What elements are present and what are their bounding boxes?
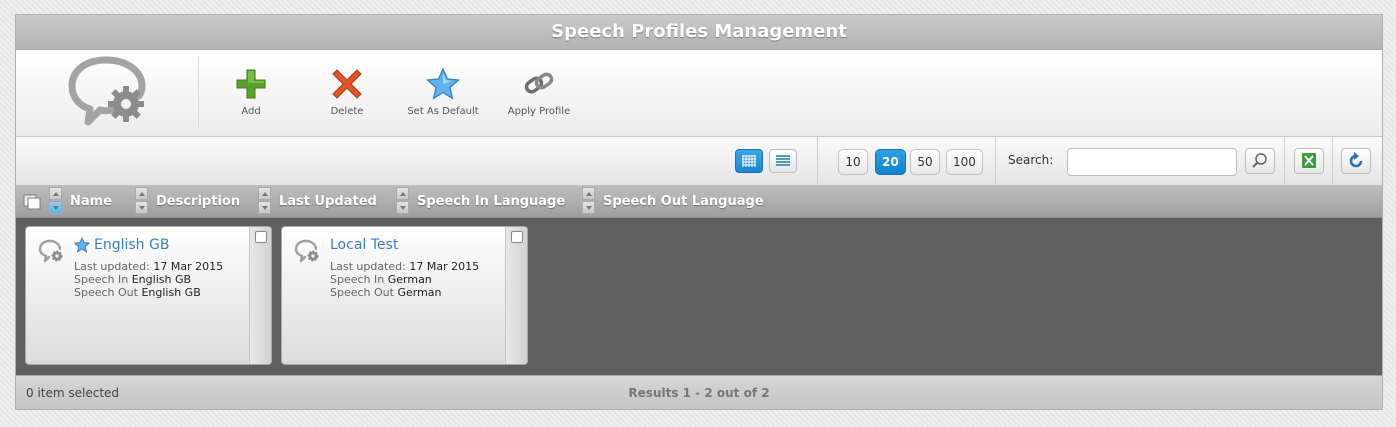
column-name[interactable]: Name xyxy=(70,186,112,217)
speech-out-sort-control[interactable] xyxy=(582,187,595,216)
add-label: Add xyxy=(241,106,261,117)
profile-card[interactable]: Local Test Last updated: 17 Mar 2015 Spe… xyxy=(281,226,528,365)
list-view-icon xyxy=(776,155,790,166)
page-size-20[interactable]: 20 xyxy=(875,149,906,175)
speech-out-label: Speech Out xyxy=(74,286,138,299)
set-as-default-label: Set As Default xyxy=(407,106,479,117)
speech-in-sort-control[interactable] xyxy=(396,187,409,216)
profile-name[interactable]: English GB xyxy=(94,237,169,253)
speech-out-label: Speech Out xyxy=(330,286,394,299)
profiles-grid: English GB Last updated: 17 Mar 2015 Spe… xyxy=(16,218,1382,375)
speech-profiles-panel: Speech Profiles Management Add Delete Se… xyxy=(15,14,1383,410)
description-sort-control[interactable] xyxy=(135,187,148,216)
add-icon xyxy=(236,69,266,99)
speech-profile-icon xyxy=(38,239,63,263)
profile-meta: Last updated: 17 Mar 2015 Speech In Engl… xyxy=(74,260,223,299)
toolbar-divider xyxy=(198,56,199,128)
controls-divider xyxy=(1332,137,1333,185)
delete-button[interactable]: Delete xyxy=(302,68,392,126)
grid-view-icon xyxy=(742,155,756,167)
speech-out-value: German xyxy=(397,286,442,299)
card-side-strip xyxy=(505,227,527,364)
refresh-button[interactable] xyxy=(1341,148,1371,174)
add-button[interactable]: Add xyxy=(206,68,296,126)
search-button[interactable] xyxy=(1245,148,1275,174)
controls-divider xyxy=(817,137,818,185)
list-controls: 10 20 50 100 Search: xyxy=(16,137,1382,186)
profile-meta: Last updated: 17 Mar 2015 Speech In Germ… xyxy=(330,260,479,299)
speech-profile-logo-icon xyxy=(68,56,146,126)
name-sort-control[interactable] xyxy=(49,187,62,216)
column-description[interactable]: Description xyxy=(156,186,240,217)
column-speech-in-language[interactable]: Speech In Language xyxy=(417,186,565,217)
speech-in-label: Speech In xyxy=(74,273,129,286)
delete-label: Delete xyxy=(330,106,364,117)
speech-in-label: Speech In xyxy=(330,273,385,286)
apply-profile-label: Apply Profile xyxy=(507,106,571,117)
controls-divider xyxy=(1284,137,1285,185)
window-title: Speech Profiles Management xyxy=(16,15,1382,50)
set-as-default-button[interactable]: Set As Default xyxy=(398,68,488,126)
speech-out-value: English GB xyxy=(141,286,201,299)
link-icon xyxy=(524,72,554,94)
grid-view-button[interactable] xyxy=(735,149,763,173)
column-speech-out-language[interactable]: Speech Out Language xyxy=(603,186,764,217)
last-updated-label: Last updated: xyxy=(74,260,150,273)
speech-in-value: English GB xyxy=(131,273,192,286)
last-updated-value: 17 Mar 2015 xyxy=(153,260,224,273)
excel-icon xyxy=(1302,153,1316,168)
apply-profile-button[interactable]: Apply Profile xyxy=(494,68,584,126)
controls-divider xyxy=(995,137,996,185)
export-excel-button[interactable] xyxy=(1294,148,1324,174)
toolbar: Add Delete Set As Default Apply Profile xyxy=(16,50,1382,137)
list-view-button[interactable] xyxy=(769,149,797,173)
search-label: Search: xyxy=(1008,153,1054,167)
results-summary: Results 1 - 2 out of 2 xyxy=(628,386,770,400)
last-updated-value: 17 Mar 2015 xyxy=(409,260,480,273)
page-size-10[interactable]: 10 xyxy=(838,149,868,175)
last-updated-label: Last updated: xyxy=(330,260,406,273)
select-all-icon[interactable] xyxy=(23,194,41,210)
page-size-50[interactable]: 50 xyxy=(910,149,940,175)
refresh-icon xyxy=(1349,152,1363,168)
card-checkbox[interactable] xyxy=(511,231,523,243)
column-last-updated[interactable]: Last Updated xyxy=(279,186,377,217)
card-side-strip xyxy=(249,227,271,364)
star-icon xyxy=(426,68,460,100)
delete-icon xyxy=(332,69,362,99)
speech-in-value: German xyxy=(387,273,432,286)
default-star-icon xyxy=(74,237,90,253)
status-bar: 0 item selected Results 1 - 2 out of 2 xyxy=(16,375,1382,409)
profile-name[interactable]: Local Test xyxy=(330,237,398,253)
speech-profile-icon xyxy=(294,239,319,263)
profile-card[interactable]: English GB Last updated: 17 Mar 2015 Spe… xyxy=(25,226,272,365)
last-updated-sort-control[interactable] xyxy=(258,187,271,216)
column-header-bar: Name Description Last Updated Speech In … xyxy=(16,186,1382,218)
page-size-100[interactable]: 100 xyxy=(946,149,983,175)
search-icon xyxy=(1252,153,1267,168)
search-input[interactable] xyxy=(1067,148,1237,176)
card-checkbox[interactable] xyxy=(255,231,267,243)
